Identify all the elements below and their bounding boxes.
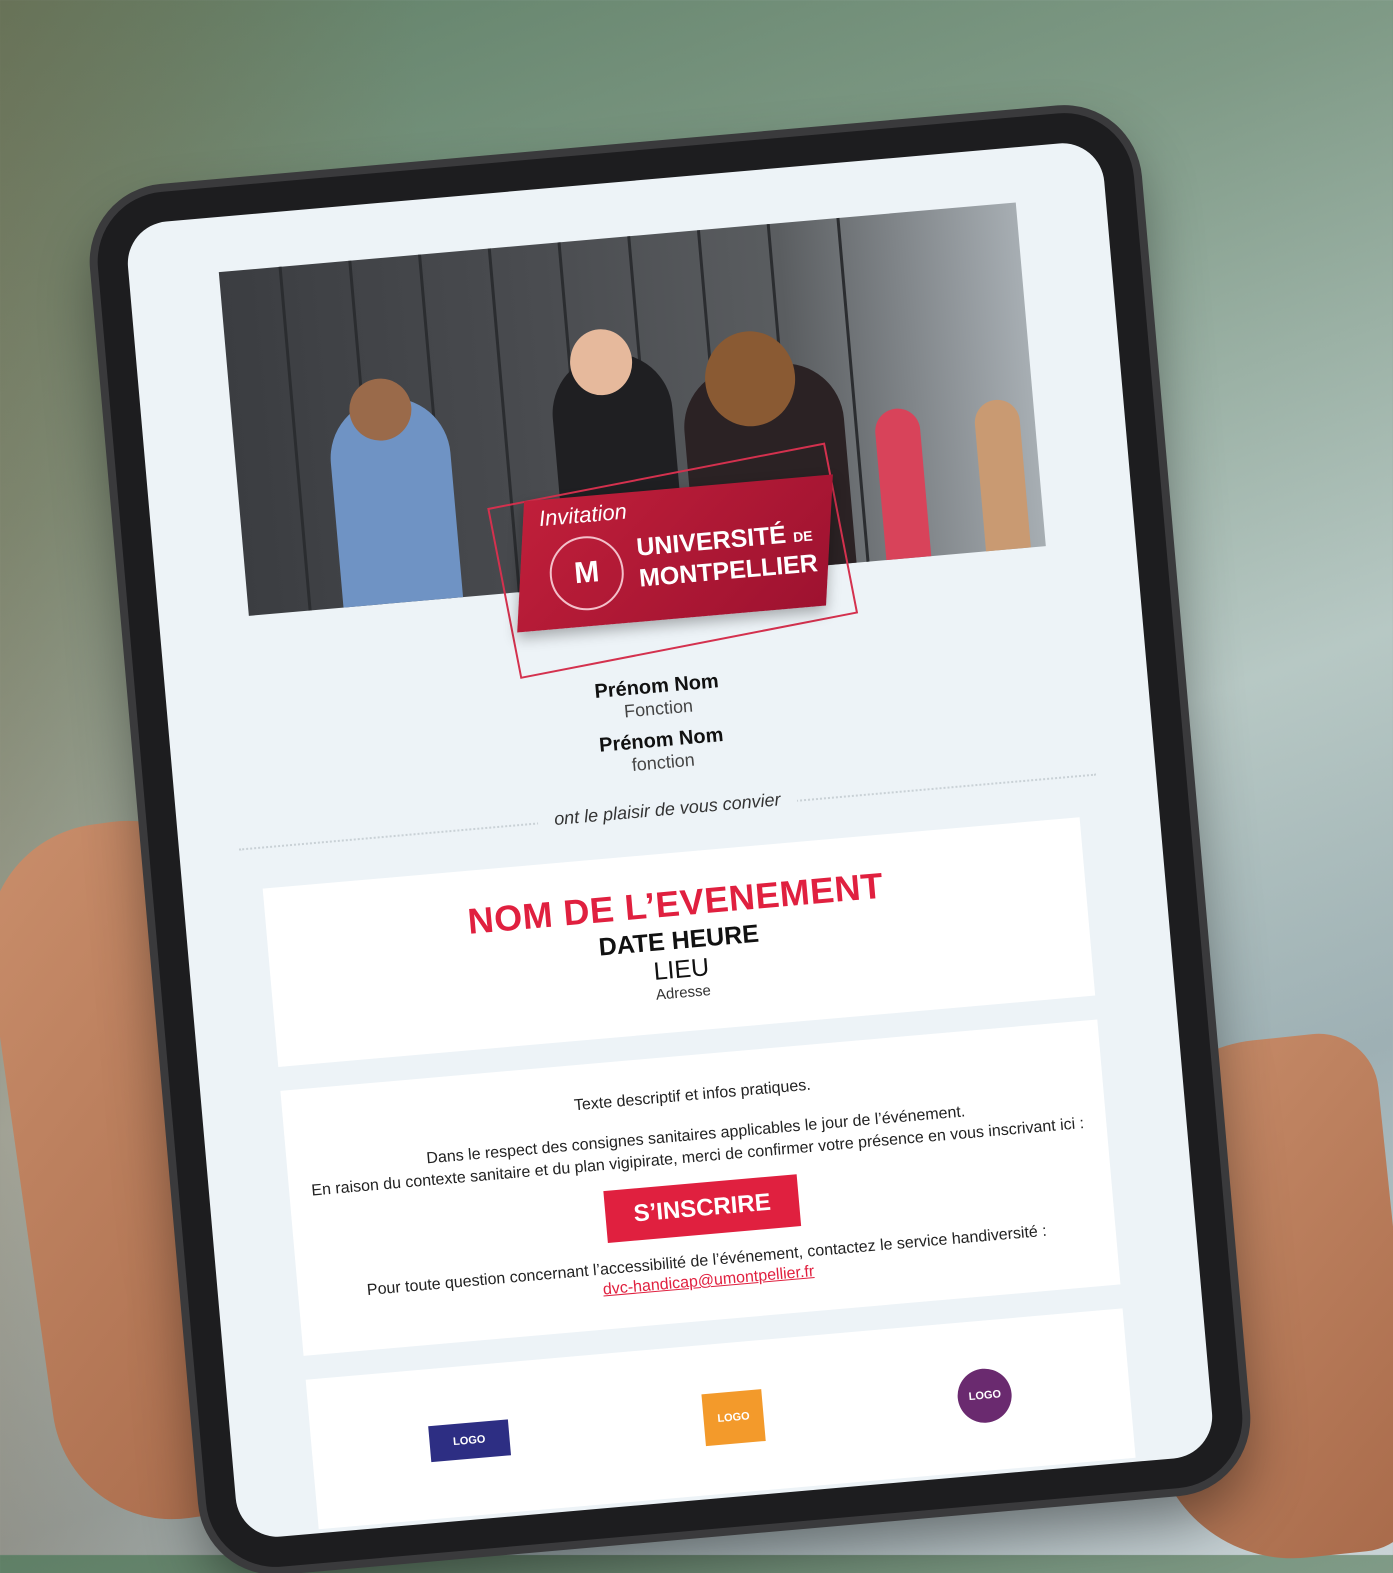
info-card: Texte descriptif et infos pratiques. Dan… (280, 1019, 1121, 1356)
invite-text: ont le plaisir de vous convier (537, 787, 798, 831)
university-badge: Invitation M UNIVERSITÉ DE MONTPELLIER (517, 474, 833, 633)
university-seal-icon: M (546, 533, 627, 614)
partner-logo: LOGO (427, 1419, 511, 1463)
hero-photo: Invitation M UNIVERSITÉ DE MONTPELLIER (218, 202, 1046, 679)
register-button[interactable]: S’INSCRIRE (603, 1174, 801, 1243)
tablet-screen: Invitation M UNIVERSITÉ DE MONTPELLIER P… (124, 139, 1216, 1541)
student-photo (972, 398, 1031, 552)
invitation-label: Invitation (537, 498, 628, 532)
partner-logo: LOGO (955, 1366, 1015, 1425)
tablet-device: Invitation M UNIVERSITÉ DE MONTPELLIER P… (91, 107, 1249, 1573)
university-name: UNIVERSITÉ DE MONTPELLIER (635, 520, 819, 593)
student-photo (873, 406, 932, 561)
partner-logo: LOGO (701, 1389, 766, 1447)
invitation-email: Invitation M UNIVERSITÉ DE MONTPELLIER P… (189, 200, 1158, 1540)
